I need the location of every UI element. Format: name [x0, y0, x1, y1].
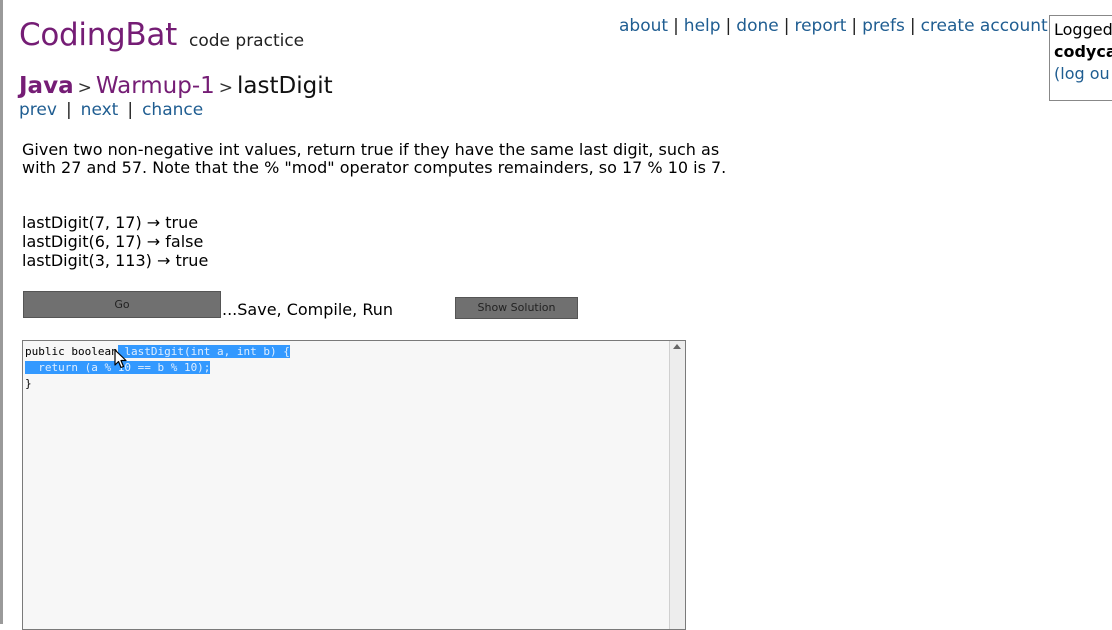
problem-examples: lastDigit(7, 17) → true lastDigit(6, 17)… — [22, 213, 208, 270]
nav-separator: | — [783, 16, 790, 36]
subnav-separator: | — [65, 100, 72, 120]
nav-help-link[interactable]: help — [684, 16, 721, 36]
nav-done-link[interactable]: done — [736, 16, 778, 36]
scroll-up-arrow-icon[interactable] — [673, 344, 681, 349]
run-note: ...Save, Compile, Run — [222, 300, 393, 319]
code-plain-text: public boolean — [25, 345, 118, 358]
problem-description: Given two non-negative int values, retur… — [22, 140, 727, 177]
breadcrumb-java-link[interactable]: Java — [19, 73, 74, 99]
breadcrumb: Java > Warmup-1 > lastDigit — [19, 73, 333, 99]
go-button[interactable]: Go — [23, 291, 221, 318]
show-solution-button[interactable]: Show Solution — [455, 297, 578, 319]
chance-link[interactable]: chance — [142, 100, 203, 120]
example-line: lastDigit(6, 17) → false — [22, 232, 204, 251]
nav-separator: | — [909, 16, 916, 36]
nav-separator: | — [673, 16, 679, 36]
nav-prefs-link[interactable]: prefs — [862, 16, 905, 36]
nav-about-link[interactable]: about — [619, 16, 668, 36]
problem-nav: prev | next | chance — [19, 100, 203, 120]
login-status-text: Logged — [1054, 20, 1112, 39]
nav-separator: | — [851, 16, 858, 36]
next-link[interactable]: next — [81, 100, 119, 120]
code-text[interactable]: public boolean lastDigit(int a, int b) {… — [25, 344, 290, 392]
login-box: Logged codyca (log ou — [1049, 15, 1112, 101]
breadcrumb-warmup-link[interactable]: Warmup-1 — [96, 73, 215, 99]
example-line: lastDigit(7, 17) → true — [22, 213, 199, 232]
mouse-cursor-icon — [114, 349, 127, 369]
subnav-separator: | — [127, 100, 134, 120]
site-tagline: code practice — [189, 31, 305, 51]
example-line: lastDigit(3, 113) → true — [22, 251, 209, 270]
breadcrumb-separator: > — [77, 78, 92, 98]
breadcrumb-current-problem: lastDigit — [237, 73, 333, 99]
top-nav: about | help | done | report | prefs | create acco… — [619, 16, 1048, 36]
editor-scrollbar[interactable] — [669, 341, 685, 629]
window-left-edge — [0, 0, 3, 624]
prev-link[interactable]: prev — [19, 100, 57, 120]
login-username: codyca — [1054, 42, 1112, 61]
nav-separator: | — [725, 16, 732, 36]
breadcrumb-separator: > — [218, 78, 234, 98]
code-editor[interactable]: public boolean lastDigit(int a, int b) {… — [22, 340, 686, 630]
code-plain-text: } — [25, 377, 32, 390]
nav-create-account-link[interactable]: create account — [921, 16, 1048, 36]
site-logo[interactable]: CodingBat — [19, 17, 177, 53]
code-selected-text: lastDigit(int a, int b) { — [117, 345, 290, 358]
logout-link[interactable]: (log ou — [1054, 64, 1110, 83]
nav-report-link[interactable]: report — [794, 16, 846, 36]
